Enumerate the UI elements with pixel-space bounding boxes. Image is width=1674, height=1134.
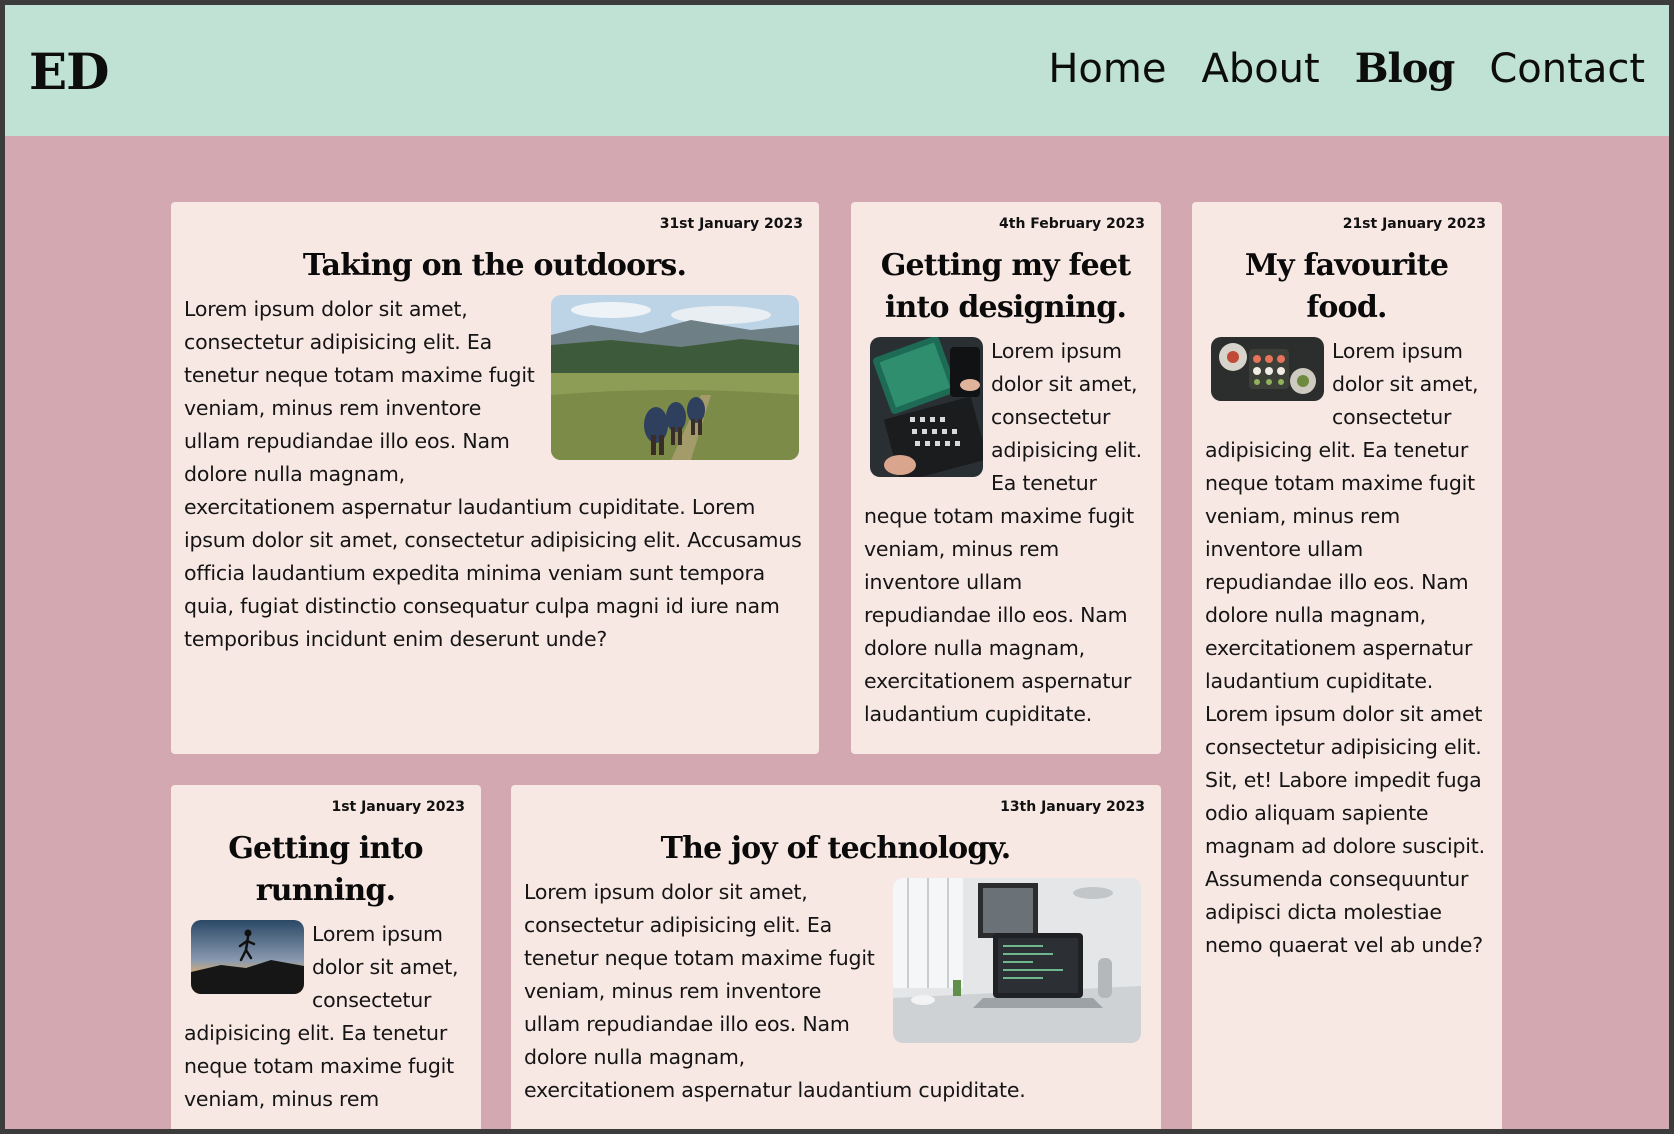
post-date: 13th January 2023	[1000, 799, 1145, 815]
laptop-desk-photo	[893, 878, 1141, 1043]
post-body: Lorem ipsum dolor sit amet, consectetur …	[1205, 339, 1485, 957]
post-title[interactable]: My favourite food.	[1205, 245, 1488, 329]
navbar: ED Home About Blog Contact	[5, 5, 1669, 136]
blog-card-food[interactable]: 21st January 2023 My favourite food. Lor…	[1192, 202, 1502, 1129]
nav-link-about[interactable]: About	[1201, 49, 1319, 89]
runner-silhouette-photo	[191, 920, 304, 994]
nav-link-blog[interactable]: Blog	[1355, 49, 1456, 89]
post-date: 21st January 2023	[1342, 216, 1486, 232]
post-title[interactable]: Getting my feet into designing.	[864, 245, 1147, 329]
laptop-keyboard-photo	[870, 337, 983, 477]
post-title[interactable]: Getting into running.	[184, 828, 467, 912]
post-date: 1st January 2023	[331, 799, 465, 815]
post-date: 31st January 2023	[659, 216, 803, 232]
post-title[interactable]: Taking on the outdoors.	[184, 245, 805, 287]
logo[interactable]: ED	[29, 47, 109, 97]
post-title[interactable]: The joy of technology.	[524, 828, 1147, 870]
blog-card-designing[interactable]: 4th February 2023 Getting my feet into d…	[851, 202, 1161, 754]
blog-card-outdoors[interactable]: 31st January 2023 Taking on the outdoors…	[171, 202, 819, 754]
nav-link-home[interactable]: Home	[1048, 49, 1166, 89]
page: ED Home About Blog Contact 31st January …	[5, 5, 1669, 1129]
nav-link-contact[interactable]: Contact	[1489, 49, 1645, 89]
blog-card-running[interactable]: 1st January 2023 Getting into running. L…	[171, 785, 481, 1129]
sushi-photo	[1211, 337, 1324, 401]
hikers-photo	[551, 295, 799, 460]
blog-card-technology[interactable]: 13th January 2023 The joy of technology.…	[511, 785, 1161, 1129]
post-date: 4th February 2023	[999, 216, 1145, 232]
main-nav: Home About Blog Contact	[1048, 49, 1645, 90]
